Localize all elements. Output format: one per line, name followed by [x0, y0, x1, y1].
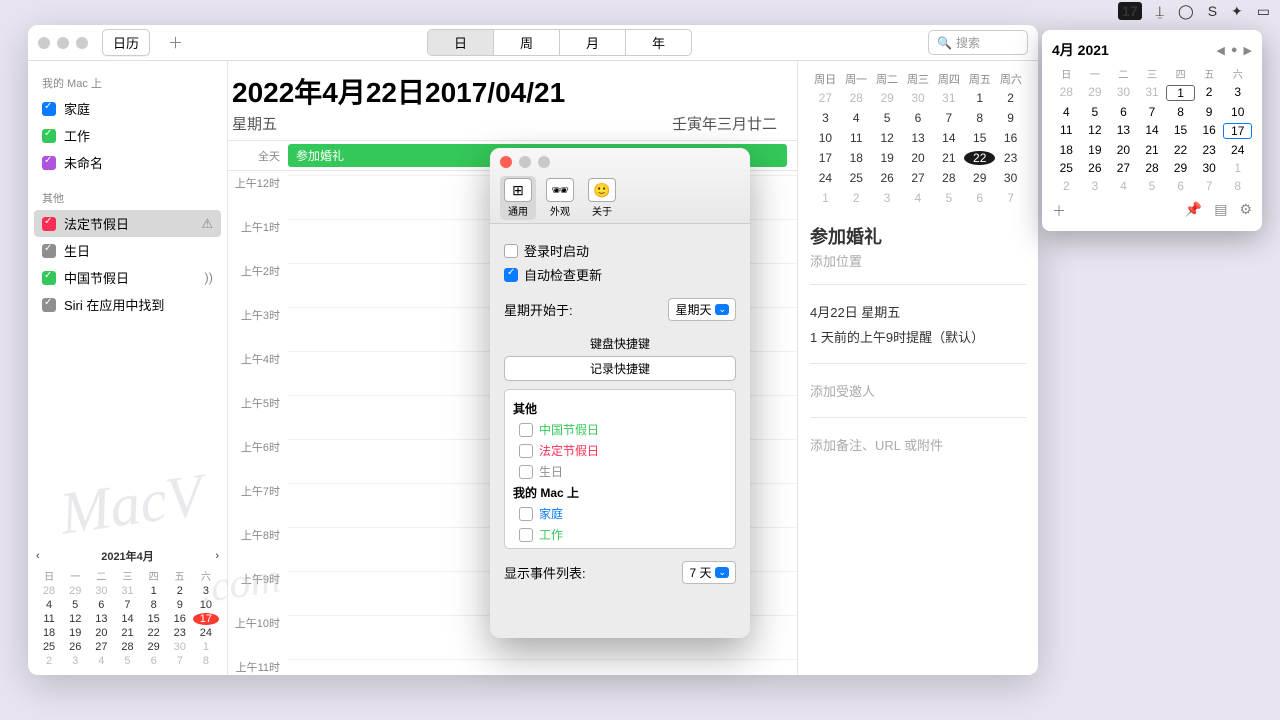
- sidebar-item[interactable]: 未命名: [28, 149, 227, 176]
- menubar-icon[interactable]: ▭: [1257, 3, 1270, 20]
- traffic-lights[interactable]: [490, 148, 750, 176]
- view-week[interactable]: 周: [494, 30, 560, 55]
- checkbox-update[interactable]: [504, 268, 518, 282]
- sidebar-item[interactable]: 生日: [28, 237, 227, 264]
- search-icon: 🔍: [937, 36, 952, 50]
- add-event-icon[interactable]: ＋: [1052, 201, 1066, 221]
- week-start-select[interactable]: 星期天⌄: [668, 298, 736, 321]
- sidebar-item[interactable]: Siri 在应用中找到: [28, 291, 227, 318]
- sidebar-item[interactable]: 法定节假日⚠︎: [34, 210, 221, 237]
- event-title[interactable]: 参加婚礼: [810, 223, 1026, 249]
- menubar-calendar-popover: 4月 2021 ◀●▶ 日一二三四五六282930311234567891011…: [1042, 30, 1262, 231]
- today-icon[interactable]: ●: [1231, 44, 1238, 57]
- prefs-tab-general[interactable]: ⊞通用: [500, 176, 536, 220]
- record-shortcut-button[interactable]: 记录快捷键: [504, 356, 736, 381]
- list-icon[interactable]: ▤: [1214, 201, 1227, 221]
- day-title: 2022年4月22日2017/04/21: [232, 71, 797, 111]
- search-input[interactable]: 🔍搜索: [928, 30, 1028, 55]
- system-menubar: 17 ⍊ ◯ S ✦ ▭: [1118, 0, 1280, 22]
- next-month-icon[interactable]: ›: [215, 550, 219, 562]
- prev-month-icon[interactable]: ‹: [36, 550, 40, 562]
- preferences-window: ⊞通用 🕶外观 🙂关于 登录时启动 自动检查更新 星期开始于: 星期天⌄ 键盘快…: [490, 148, 750, 638]
- sidebar-section: 其他: [28, 186, 227, 210]
- add-button[interactable]: ＋: [160, 30, 191, 55]
- calendar-list[interactable]: 其他中国节假日法定节假日生日 我的 Mac 上家庭工作: [504, 389, 736, 549]
- event-invitees[interactable]: 添加受邀人: [810, 381, 1026, 400]
- sidebar-mini-calendar[interactable]: ‹2021年4月› 日一二三四五六28293031123456789101112…: [36, 544, 219, 667]
- calendars-toggle[interactable]: 日历: [102, 29, 150, 56]
- pin-icon[interactable]: 📌: [1185, 201, 1202, 221]
- traffic-lights[interactable]: [38, 37, 88, 49]
- menubar-icon[interactable]: ✦: [1231, 3, 1243, 20]
- view-year[interactable]: 年: [626, 30, 691, 55]
- sidebar-item[interactable]: 中国节假日)): [28, 264, 227, 291]
- prefs-tab-appearance[interactable]: 🕶外观: [542, 176, 578, 220]
- next-icon[interactable]: ▶: [1244, 44, 1252, 57]
- menubar-date-badge[interactable]: 17: [1118, 2, 1142, 20]
- view-day[interactable]: 日: [428, 30, 494, 55]
- event-date[interactable]: 4月22日 星期五: [810, 302, 1026, 321]
- view-segmented[interactable]: 日 周 月 年: [427, 29, 692, 56]
- prev-icon[interactable]: ◀: [1216, 44, 1224, 57]
- view-month[interactable]: 月: [560, 30, 626, 55]
- sidebar-item[interactable]: 家庭: [28, 95, 227, 122]
- sidebar: 我的 Mac 上 家庭工作未命名 其他 法定节假日⚠︎生日中国节假日))Siri…: [28, 61, 228, 675]
- menubar-icon[interactable]: ⍊: [1156, 3, 1164, 20]
- event-location[interactable]: 添加位置: [810, 251, 1026, 270]
- inspector-panel: 周日周一周二周三周四周五周六 2728293031123456789101112…: [798, 61, 1038, 675]
- event-alert[interactable]: 1 天前的上午9时提醒（默认）: [810, 327, 1026, 346]
- event-list-select[interactable]: 7 天⌄: [682, 561, 736, 584]
- event-notes[interactable]: 添加备注、URL 或附件: [810, 435, 1026, 454]
- titlebar: 日历 ＋ 日 周 月 年 🔍搜索: [28, 25, 1038, 61]
- menubar-icon[interactable]: ◯: [1178, 3, 1194, 20]
- prefs-tab-about[interactable]: 🙂关于: [584, 176, 620, 220]
- sidebar-item[interactable]: 工作: [28, 122, 227, 149]
- sidebar-section: 我的 Mac 上: [28, 71, 227, 95]
- menubar-icon[interactable]: S: [1208, 3, 1217, 19]
- gear-icon[interactable]: ⚙: [1239, 201, 1252, 221]
- weekday-label: 星期五: [232, 113, 277, 134]
- checkbox-launch[interactable]: [504, 244, 518, 258]
- lunar-label: 壬寅年三月廿二: [672, 113, 777, 134]
